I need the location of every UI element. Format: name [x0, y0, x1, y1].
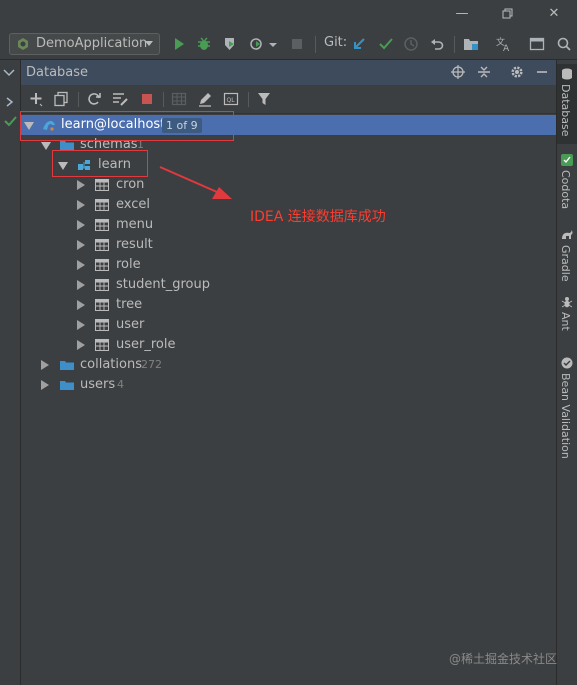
- annotation-arrow: [159, 166, 232, 199]
- watermark: @稀土掘金技术社区: [449, 652, 558, 666]
- annotation-text: IDEA 连接数据库成功: [250, 209, 386, 225]
- ide-window: — ✕ DemoApplication Git: 文A Database QL …: [0, 0, 577, 685]
